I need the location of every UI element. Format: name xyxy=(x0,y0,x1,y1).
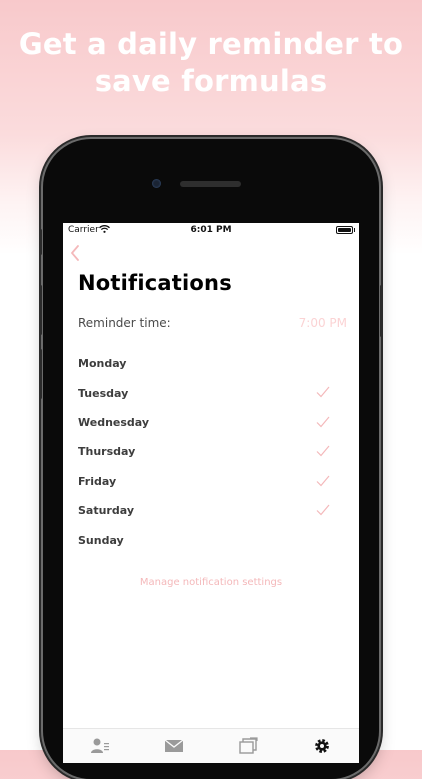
front-camera xyxy=(152,179,161,188)
day-label: Saturday xyxy=(78,504,134,518)
day-label: Monday xyxy=(78,357,127,371)
phone-frame: Carrier 6:01 PM Notifications Reminder t… xyxy=(39,139,383,779)
promo-headline: Get a daily reminder to save formulas xyxy=(0,26,422,100)
checkmark-icon xyxy=(316,504,330,516)
contacts-icon xyxy=(91,738,109,753)
day-row-sunday[interactable]: Sunday xyxy=(63,525,359,554)
day-label: Sunday xyxy=(78,533,124,547)
reminder-time-value[interactable]: 7:00 PM xyxy=(299,316,347,330)
manage-notification-settings-link[interactable]: Manage notification settings xyxy=(63,577,359,588)
checkmark-icon xyxy=(316,416,330,428)
day-label: Wednesday xyxy=(78,415,150,429)
status-time: 6:01 PM xyxy=(190,225,232,235)
day-row-saturday[interactable]: Saturday xyxy=(63,496,359,525)
battery-icon xyxy=(336,226,355,234)
mail-icon xyxy=(164,739,184,752)
reminder-time-label: Reminder time: xyxy=(78,316,171,330)
app-screen: Carrier 6:01 PM Notifications Reminder t… xyxy=(63,223,359,763)
page-title: Notifications xyxy=(78,271,232,295)
day-row-tuesday[interactable]: Tuesday xyxy=(63,378,359,407)
silent-switch xyxy=(39,229,42,255)
checkmark-icon xyxy=(316,475,330,486)
day-row-wednesday[interactable]: Wednesday xyxy=(63,408,359,437)
status-bar: Carrier 6:01 PM xyxy=(63,223,359,239)
day-row-monday[interactable]: Monday xyxy=(63,349,359,378)
chevron-left-icon xyxy=(71,245,79,261)
volume-down-button xyxy=(39,349,42,399)
power-button xyxy=(380,285,383,337)
checkmark-icon xyxy=(316,445,330,457)
day-label: Tuesday xyxy=(78,386,129,400)
checkmark-icon xyxy=(316,387,330,398)
tab-folders[interactable] xyxy=(228,733,268,759)
tab-settings[interactable] xyxy=(302,733,342,759)
back-button[interactable] xyxy=(69,243,83,265)
folders-icon xyxy=(239,737,258,754)
volume-up-button xyxy=(39,285,42,335)
gear-icon xyxy=(315,739,329,753)
headline-line-1: Get a daily reminder to xyxy=(18,27,404,61)
day-label: Thursday xyxy=(78,445,136,459)
day-row-thursday[interactable]: Thursday xyxy=(63,437,359,466)
tab-bar xyxy=(63,728,359,763)
earpiece-speaker xyxy=(180,181,241,187)
weekday-list: Monday Tuesday Wednesday Thursday Friday… xyxy=(63,349,359,555)
tab-contacts[interactable] xyxy=(80,733,120,759)
day-label: Friday xyxy=(78,474,117,488)
day-row-friday[interactable]: Friday xyxy=(63,467,359,496)
headline-line-2: save formulas xyxy=(94,64,328,98)
tab-mail[interactable] xyxy=(154,733,194,759)
